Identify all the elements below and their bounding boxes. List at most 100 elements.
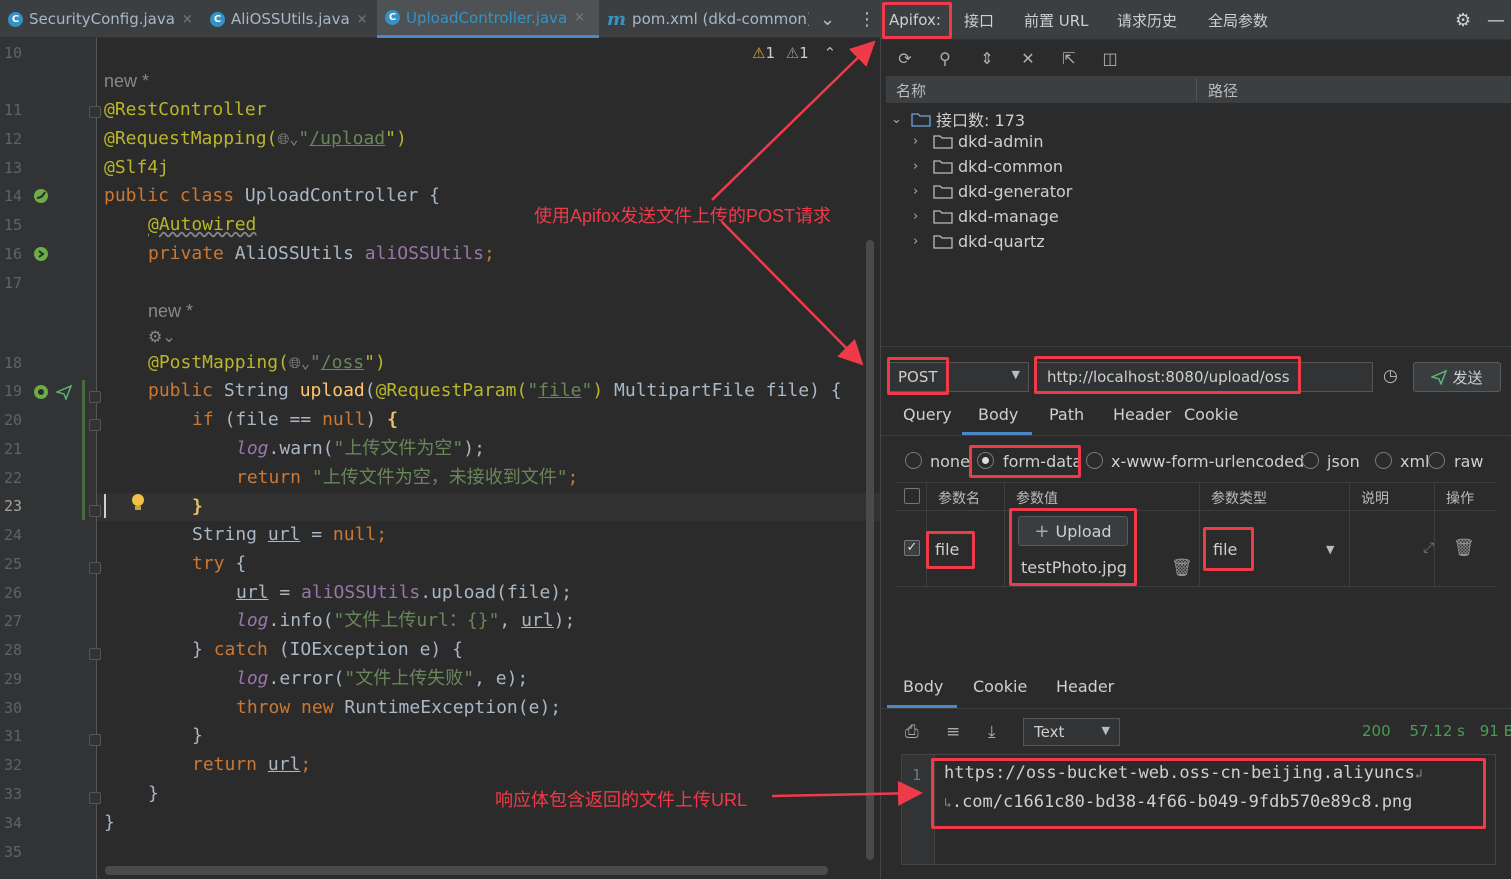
clock-icon[interactable]: ◷: [1383, 366, 1405, 388]
radio-urlencoded[interactable]: [1086, 452, 1103, 469]
caret-down-icon[interactable]: ▼: [1326, 543, 1334, 556]
fold-marker[interactable]: [89, 391, 101, 403]
tab-interfaces[interactable]: 接口: [964, 0, 994, 40]
tree-item-dkd-admin[interactable]: › dkd-admin: [913, 132, 1043, 151]
fold-marker[interactable]: [89, 648, 101, 660]
horizontal-scrollbar[interactable]: [105, 866, 828, 875]
folder-icon: [911, 112, 931, 127]
resp-tab-cookie[interactable]: Cookie: [973, 677, 1027, 696]
editor-tab-bar: C SecurityConfig.java × C AliOSSUtils.ja…: [0, 0, 880, 38]
class-icon: C: [210, 11, 225, 27]
wrap-icon[interactable]: ≡: [946, 722, 960, 742]
tab-upload-controller[interactable]: C UploadController.java ×: [377, 0, 599, 38]
row-checkbox[interactable]: ✓: [904, 540, 920, 556]
caret-down-icon: ▼: [1011, 368, 1020, 381]
code-line-18: @PostMapping(🌐︎⌄"/oss"): [148, 352, 386, 373]
header-description: 说明: [1361, 491, 1389, 507]
tab-request-history[interactable]: 请求历史: [1117, 0, 1177, 40]
split-view-icon[interactable]: ◫: [1100, 48, 1120, 68]
code-line-34: }: [104, 812, 115, 833]
close-icon[interactable]: ×: [357, 12, 368, 27]
fold-marker[interactable]: [89, 792, 101, 804]
tab-pom-xml[interactable]: m pom.xml (dkd-common): [607, 0, 809, 38]
line-number: 35: [4, 843, 23, 861]
radio-none[interactable]: [905, 452, 922, 469]
line-number: 33: [4, 785, 23, 803]
select-all-checkbox[interactable]: [904, 488, 920, 504]
minimize-icon[interactable]: —: [1487, 0, 1505, 40]
trash-icon[interactable]: 🗑︎: [1171, 558, 1193, 578]
radio-label: raw: [1454, 452, 1484, 471]
tab-security-config[interactable]: C SecurityConfig.java ×: [8, 0, 200, 38]
fold-marker[interactable]: [89, 734, 101, 746]
fold-marker[interactable]: [89, 419, 101, 431]
expand-icon[interactable]: ⤢: [1423, 540, 1434, 556]
tab-cookie[interactable]: Cookie: [1184, 405, 1238, 424]
radio-label: json: [1327, 452, 1360, 471]
radio-label: none: [930, 452, 970, 471]
apifox-panel: Apifox: 接口 前置 URL 请求历史 全局参数 ⚙ — ⟳ ⚲ ⇕ ✕ …: [880, 0, 1511, 879]
trash-icon[interactable]: 🗑︎: [1453, 538, 1475, 558]
tree-item-dkd-generator[interactable]: › dkd-generator: [913, 182, 1072, 201]
tab-path[interactable]: Path: [1049, 405, 1084, 424]
tree-item-dkd-common[interactable]: › dkd-common: [913, 157, 1063, 176]
locate-icon[interactable]: ⇱: [1059, 48, 1079, 68]
chevron-right-icon[interactable]: ›: [913, 159, 925, 174]
print-icon[interactable]: ⎙: [905, 722, 919, 742]
format-select[interactable]: Text ▼: [1023, 718, 1120, 746]
chevron-down-icon[interactable]: ⌄: [820, 0, 840, 38]
radio-xml[interactable]: [1375, 452, 1392, 469]
chevron-right-icon[interactable]: ›: [913, 209, 925, 224]
code-line-25: try {: [192, 553, 247, 574]
tab-body[interactable]: Body: [978, 405, 1018, 424]
chevron-right-icon[interactable]: ›: [913, 134, 925, 149]
code-line-12: @RequestMapping(🌐︎⌄"/upload"): [104, 128, 407, 149]
more-icon[interactable]: ⋮: [858, 0, 870, 38]
code-line-15: @Autowired: [148, 214, 257, 235]
tab-global-params[interactable]: 全局参数: [1208, 0, 1268, 40]
search-icon[interactable]: ⚲: [935, 48, 955, 68]
collapse-icon[interactable]: ✕: [1018, 48, 1038, 68]
tree-root[interactable]: ⌄ 接口数: 173: [891, 107, 1025, 131]
download-icon[interactable]: ⤓: [988, 722, 996, 742]
tree-item-dkd-quartz[interactable]: › dkd-quartz: [913, 232, 1045, 251]
params-table: [896, 482, 1496, 587]
resp-tab-header[interactable]: Header: [1056, 677, 1114, 696]
gear-icon[interactable]: ⚙: [1455, 0, 1471, 40]
code-line-21: log.warn("上传文件为空");: [236, 438, 485, 459]
spring-bean-icon[interactable]: [33, 188, 49, 204]
resp-tab-body[interactable]: Body: [903, 677, 943, 696]
tree-item-dkd-manage[interactable]: › dkd-manage: [913, 207, 1059, 226]
line-number: 32: [4, 756, 23, 774]
vertical-scrollbar[interactable]: [866, 240, 874, 860]
tab-header[interactable]: Header: [1113, 405, 1171, 424]
send-button[interactable]: 发送: [1413, 362, 1501, 392]
header-param-value: 参数值: [1016, 491, 1058, 507]
endpoint-icon[interactable]: ⚙⌄: [148, 327, 176, 346]
tab-query[interactable]: Query: [903, 405, 952, 424]
tab-alioss-utils[interactable]: C AliOSSUtils.java ×: [210, 0, 376, 38]
author-hint[interactable]: new *: [148, 301, 193, 322]
fold-marker[interactable]: [89, 562, 101, 574]
code-editor[interactable]: C SecurityConfig.java × C AliOSSUtils.ja…: [0, 0, 880, 879]
fold-marker[interactable]: [89, 106, 101, 118]
radio-json[interactable]: [1302, 452, 1319, 469]
radio-raw[interactable]: [1428, 452, 1445, 469]
send-label: 发送: [1452, 368, 1483, 387]
code-area[interactable]: new * @RestController @RequestMapping(🌐︎…: [104, 38, 880, 879]
status-code: 200: [1362, 722, 1391, 740]
request-mapping-icon[interactable]: [33, 384, 49, 400]
expand-icon[interactable]: ⇕: [977, 48, 997, 68]
chevron-right-icon[interactable]: ›: [913, 234, 925, 249]
refresh-icon[interactable]: ⟳: [895, 48, 915, 68]
close-icon[interactable]: ×: [182, 12, 193, 27]
annotation-bottom: 响应体包含返回的文件上传URL: [495, 790, 748, 810]
author-hint[interactable]: new *: [104, 71, 149, 92]
tab-prefix-url[interactable]: 前置 URL: [1024, 0, 1089, 40]
autowired-bean-icon[interactable]: [33, 246, 49, 262]
chevron-down-icon[interactable]: ⌄: [891, 112, 903, 127]
chevron-right-icon[interactable]: ›: [913, 184, 925, 199]
send-request-icon[interactable]: [56, 384, 72, 400]
fold-marker[interactable]: [89, 505, 101, 517]
close-icon[interactable]: ×: [574, 10, 585, 25]
